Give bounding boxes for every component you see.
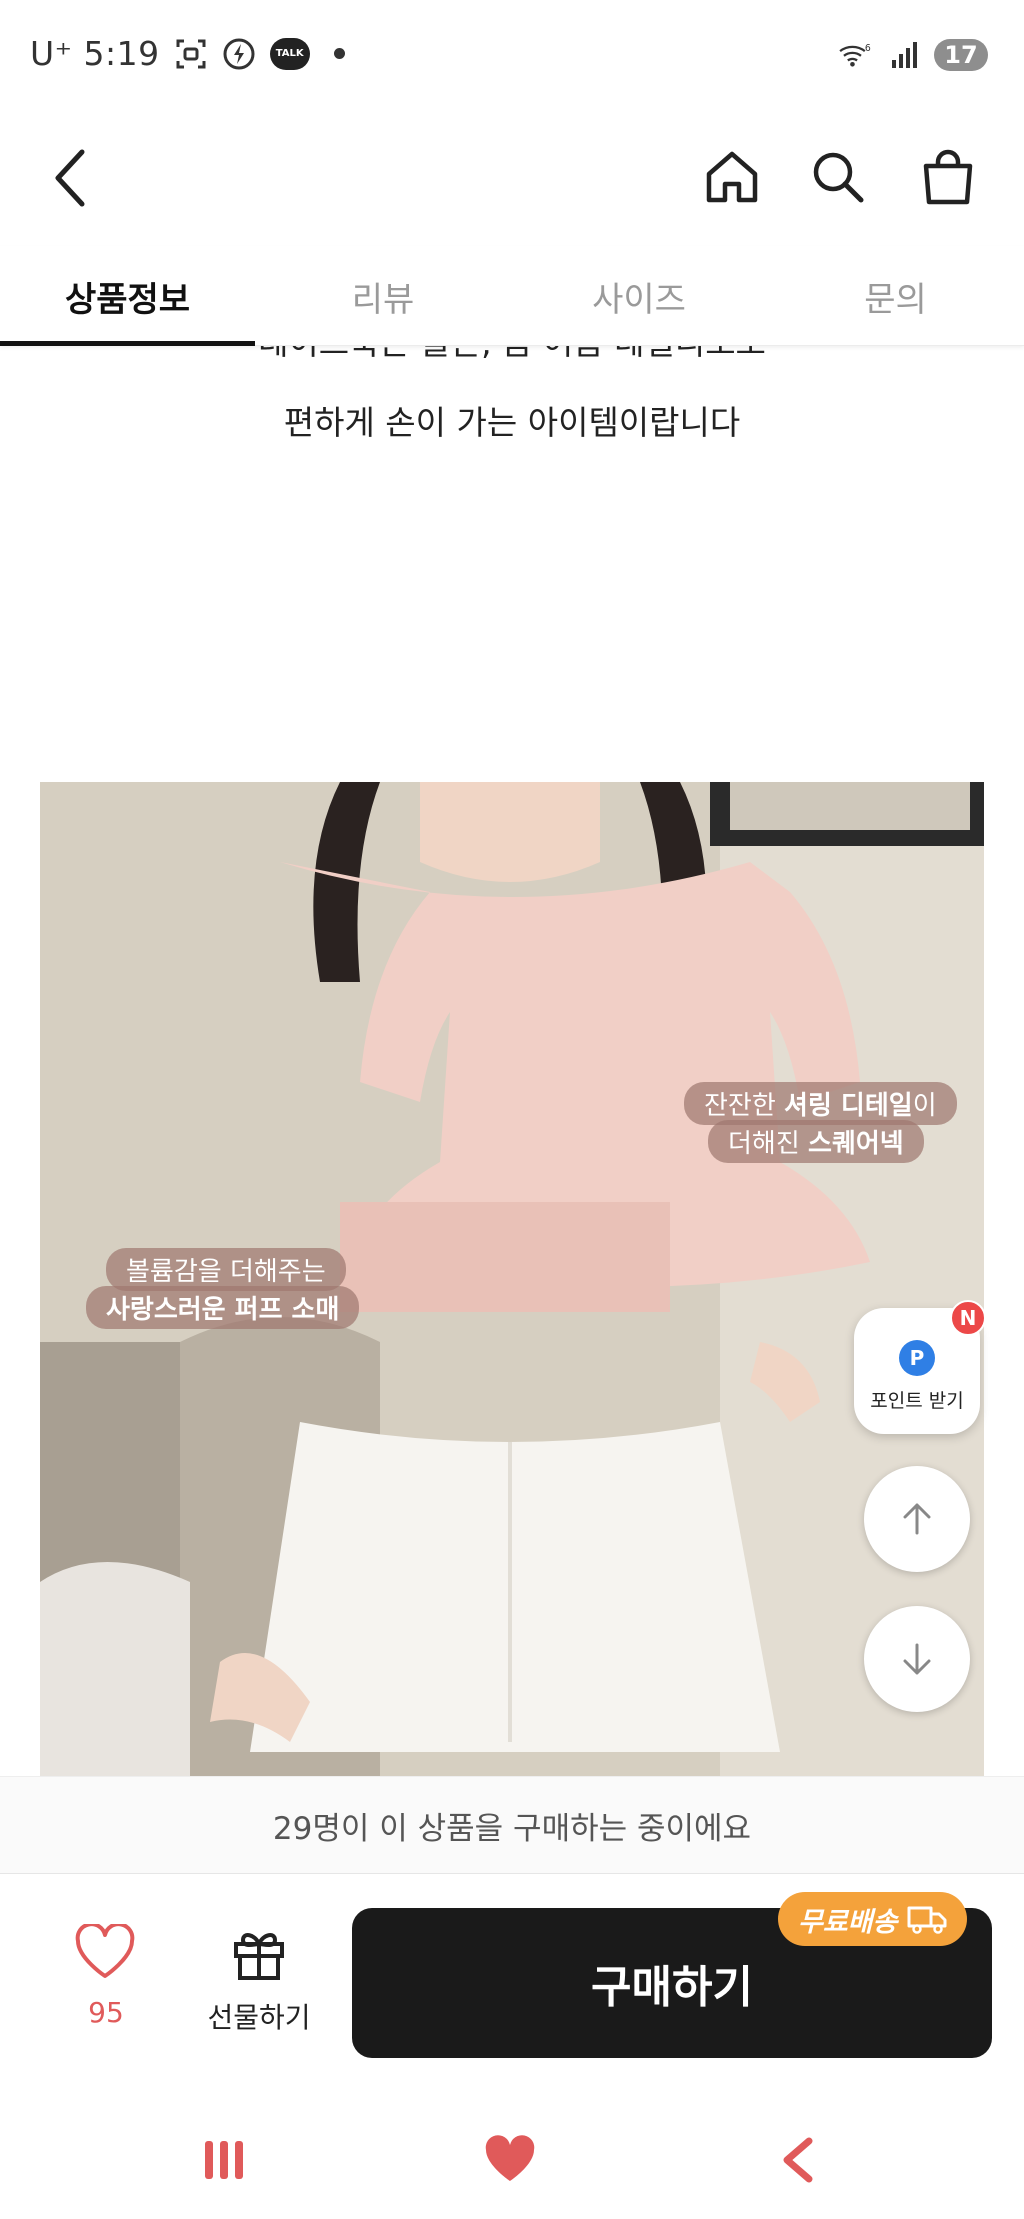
caption-puff-sleeve: 사랑스러운 퍼프 소매 <box>86 1286 360 1329</box>
wifi-label: 6 <box>865 43 871 54</box>
gift-icon <box>234 1933 284 1980</box>
caption-bold: 스퀘어넥 <box>808 1129 904 1159</box>
free-shipping-label: 무료배송 <box>798 1906 898 1938</box>
gift-label: 선물하기 <box>207 2001 311 2034</box>
arrow-up-icon <box>903 1503 931 1535</box>
top-header <box>0 116 1024 246</box>
heart-icon <box>485 2135 535 2181</box>
chevron-left-icon <box>55 149 85 207</box>
status-bar: U⁺ 5:19 TALK 6 17 <box>0 0 1024 116</box>
wifi-icon: 6 <box>832 38 876 72</box>
home-button[interactable] <box>692 134 772 220</box>
product-photo: 잔잔한 셔링 디테일이 더해진 스퀘어넥 볼륨감을 더해주는 사랑스러운 퍼프 … <box>40 782 984 1776</box>
chevron-left-icon <box>783 2137 813 2183</box>
caption-volume: 볼륨감을 더해주는 <box>106 1248 346 1291</box>
signal-icon <box>888 38 922 72</box>
screenshot-icon <box>174 37 208 71</box>
recent-apps-icon <box>205 2141 243 2179</box>
description-line-partial: 데이트룩은 물론, 봄 여름 데일리로도 <box>0 346 1024 364</box>
tab-inquiry[interactable]: 문의 <box>767 246 1024 346</box>
system-nav-bar <box>0 2100 1024 2219</box>
new-badge: N <box>950 1300 986 1336</box>
caption-shirring: 잔잔한 셔링 디테일이 <box>684 1082 957 1125</box>
caption-text: 더해진 <box>728 1129 809 1159</box>
lightning-icon <box>222 37 256 71</box>
free-shipping-badge: 무료배송 <box>778 1892 968 1946</box>
point-icon: P <box>899 1340 935 1376</box>
carrier-time: U⁺ 5:19 <box>30 34 160 73</box>
notification-dot-icon <box>333 48 345 59</box>
recent-apps-button[interactable] <box>184 2122 264 2198</box>
caption-bold: 셔링 디테일 <box>784 1091 913 1121</box>
back-nav-button[interactable] <box>760 2122 840 2198</box>
search-button[interactable] <box>798 134 878 220</box>
like-button[interactable]: 95 <box>66 1924 146 2034</box>
search-icon <box>813 152 864 203</box>
tab-size[interactable]: 사이즈 <box>511 246 767 346</box>
point-label: 포인트 받기 <box>870 1390 964 1412</box>
home-nav-button[interactable] <box>470 2122 550 2198</box>
tab-product-info[interactable]: 상품정보 <box>0 246 255 346</box>
caption-square-neck: 더해진 스퀘어넥 <box>708 1120 924 1163</box>
tab-indicator <box>0 341 255 346</box>
product-detail-content[interactable]: 데이트룩은 물론, 봄 여름 데일리로도 편하게 손이 가는 아이템이랍니다 잔… <box>0 346 1024 1776</box>
kakaotalk-icon: TALK <box>269 37 310 70</box>
back-button[interactable] <box>48 138 96 218</box>
purchase-action-bar: 95 선물하기 구매하기 무료배송 <box>0 1874 1024 2086</box>
shopping-bag-icon <box>923 149 973 205</box>
gift-button[interactable]: 선물하기 <box>194 1924 324 2034</box>
like-count: 95 <box>88 1996 124 2029</box>
description-line: 편하게 손이 가는 아이템이랍니다 <box>283 403 741 442</box>
scroll-bottom-button[interactable] <box>864 1606 970 1712</box>
home-icon <box>706 151 758 203</box>
tab-reviews[interactable]: 리뷰 <box>255 246 511 346</box>
buying-now-banner: 29명이 이 상품을 구매하는 중이에요 <box>0 1776 1024 1874</box>
scroll-top-button[interactable] <box>864 1466 970 1572</box>
product-tabs: 상품정보 리뷰 사이즈 문의 <box>0 246 1024 346</box>
battery-indicator: 17 <box>934 39 988 71</box>
caption-text: 잔잔한 <box>704 1091 785 1121</box>
heart-outline-icon <box>75 1924 135 1978</box>
cart-button[interactable] <box>908 134 988 220</box>
caption-text: 이 <box>912 1091 937 1121</box>
truck-icon <box>907 1906 947 1934</box>
arrow-down-icon <box>903 1643 931 1675</box>
